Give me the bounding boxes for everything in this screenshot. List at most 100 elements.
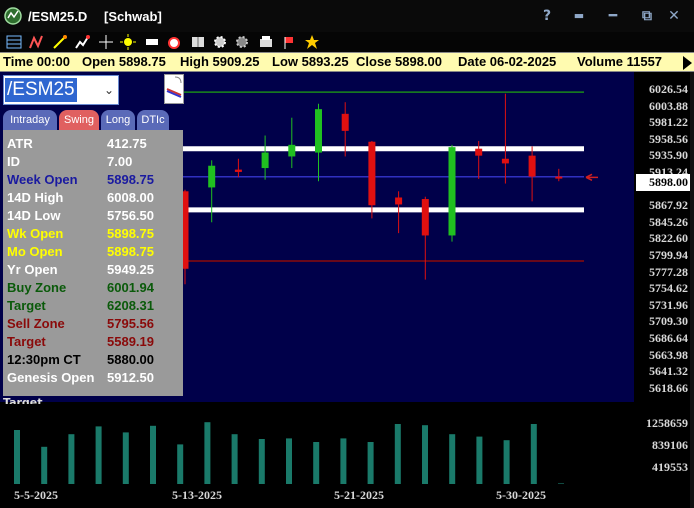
chevron-down-icon[interactable]: ⌄ xyxy=(104,83,114,97)
candle-body xyxy=(261,152,269,169)
price-tick-label: 5709.30 xyxy=(649,314,688,329)
candle-body xyxy=(448,147,456,236)
tab-intraday[interactable]: Intraday xyxy=(3,110,57,130)
volume-bar xyxy=(340,438,347,484)
vertical-scrollbar[interactable] xyxy=(690,72,694,508)
grid-icon[interactable] xyxy=(6,34,22,50)
date-axis: 5-5-2025 5-13-2025 5-21-2025 5-30-2025 xyxy=(0,484,694,508)
tab-dtic[interactable]: DTIc xyxy=(137,110,169,130)
level-value: 5898.75 xyxy=(107,244,154,259)
title-bar: /ESM25.D [Schwab] ? ▬ ━ ⧉ ✕ xyxy=(0,0,694,32)
level-row: Yr Open 5949.25 xyxy=(7,262,179,280)
volume-tick-label: 419553 xyxy=(652,460,688,474)
help-button[interactable]: ? xyxy=(538,7,556,25)
volume-bar xyxy=(449,434,456,484)
level-row: 14D Low 5756.50 xyxy=(7,208,179,226)
info-time: Time 00:00 xyxy=(3,54,70,69)
price-tick-label: 5641.32 xyxy=(649,364,688,379)
price-tick-label: 5867.92 xyxy=(649,198,688,213)
candle-body xyxy=(234,169,242,172)
book-icon[interactable] xyxy=(190,34,206,50)
indicator-icon[interactable] xyxy=(28,34,44,50)
volume-bar xyxy=(41,446,48,484)
level-label: Yr Open xyxy=(7,262,58,277)
level-row: ID 7.00 xyxy=(7,154,179,172)
volume-bar xyxy=(367,442,374,484)
info-high: High 5909.25 xyxy=(180,54,260,69)
tab-bar: Intraday Swing Long DTIc xyxy=(3,110,183,130)
volume-bar xyxy=(258,439,265,484)
sun-icon[interactable] xyxy=(120,34,136,50)
date-tick-label: 5-21-2025 xyxy=(334,488,384,502)
level-label: ID xyxy=(7,154,20,169)
price-tick-label: 5618.66 xyxy=(649,380,688,395)
alarm-clock-icon[interactable] xyxy=(166,34,182,50)
candle-body xyxy=(208,165,216,188)
volume-bar xyxy=(150,425,156,484)
minimize-button[interactable]: ━ xyxy=(604,7,622,25)
volume-bar xyxy=(286,438,292,484)
star-icon[interactable] xyxy=(304,34,320,50)
level-label: Sell Zone xyxy=(7,316,65,331)
volume-bar xyxy=(204,422,211,484)
level-row: ATR 412.75 xyxy=(7,136,179,154)
gear-dark-icon[interactable] xyxy=(234,34,250,50)
info-scroll-right-icon[interactable] xyxy=(683,56,692,70)
broker-label: [Schwab] xyxy=(104,9,162,24)
level-row: Mo Open 5898.75 xyxy=(7,244,179,262)
symbol-value: /ESM25 xyxy=(5,78,77,102)
price-tick-label: 6026.54 xyxy=(649,82,688,96)
candle-body xyxy=(395,197,403,205)
price-tick-label: 5663.98 xyxy=(649,347,688,362)
chart-add-icon[interactable] xyxy=(74,34,90,50)
info-open: Open 5898.75 xyxy=(82,54,166,69)
candle-body xyxy=(475,148,483,156)
level-row: Genesis Open 5912.50 xyxy=(7,370,179,388)
mini-chart-icon[interactable] xyxy=(164,74,184,104)
level-value: 5880.00 xyxy=(107,352,154,367)
info-date: Date 06-02-2025 xyxy=(458,54,557,69)
level-row: Target 6208.31 xyxy=(7,298,179,316)
close-button[interactable]: ✕ xyxy=(665,7,683,25)
price-tick-label: 5958.56 xyxy=(649,131,688,146)
volume-chart[interactable] xyxy=(0,402,634,484)
date-tick-label: 5-30-2025 xyxy=(496,488,546,502)
volume-bar xyxy=(177,444,184,484)
maximize-button[interactable]: ⧉ xyxy=(638,7,656,25)
price-tick-label: 5981.22 xyxy=(649,115,688,130)
pin-button[interactable]: ▬ xyxy=(570,7,588,25)
tab-swing[interactable]: Swing xyxy=(59,110,99,130)
level-label: Genesis Open xyxy=(7,370,95,385)
price-tick-label: 6003.88 xyxy=(649,98,688,113)
toolbar xyxy=(0,32,694,52)
date-tick-label: 5-5-2025 xyxy=(14,488,58,502)
level-value: 5898.75 xyxy=(107,226,154,241)
level-row: Wk Open 5898.75 xyxy=(7,226,179,244)
panel-below-label: Target xyxy=(3,396,43,404)
level-row: Buy Zone 6001.94 xyxy=(7,280,179,298)
volume-bar xyxy=(313,442,320,484)
draw-icon[interactable] xyxy=(52,34,68,50)
current-price-label: 5898.00 xyxy=(636,174,690,191)
candle-body xyxy=(341,113,349,131)
crosshair-icon[interactable] xyxy=(98,34,114,50)
flag-icon[interactable] xyxy=(282,34,298,50)
print-icon[interactable] xyxy=(258,34,274,50)
volume-chart-svg xyxy=(14,422,564,484)
symbol-select[interactable]: /ESM25 ⌄ xyxy=(3,75,119,105)
volume-bar xyxy=(394,424,401,484)
level-label: 14D Low xyxy=(7,208,61,223)
rectangle-icon[interactable] xyxy=(144,34,160,50)
info-volume: Volume 11557 xyxy=(577,54,663,69)
price-axis: 6026.54 6003.88 5981.22 5958.56 5935.90 5913.… xyxy=(634,72,690,402)
level-label: Week Open xyxy=(7,172,78,187)
tab-long[interactable]: Long xyxy=(101,110,135,130)
level-value: 5795.56 xyxy=(107,316,154,331)
level-label: Mo Open xyxy=(7,244,63,259)
gear-icon[interactable] xyxy=(212,34,228,50)
level-label: ATR xyxy=(7,136,33,151)
price-tick-label: 5777.28 xyxy=(649,264,688,279)
app-logo-icon xyxy=(4,7,22,25)
candle-body xyxy=(421,199,429,236)
level-row: Target 5589.19 xyxy=(7,334,179,352)
